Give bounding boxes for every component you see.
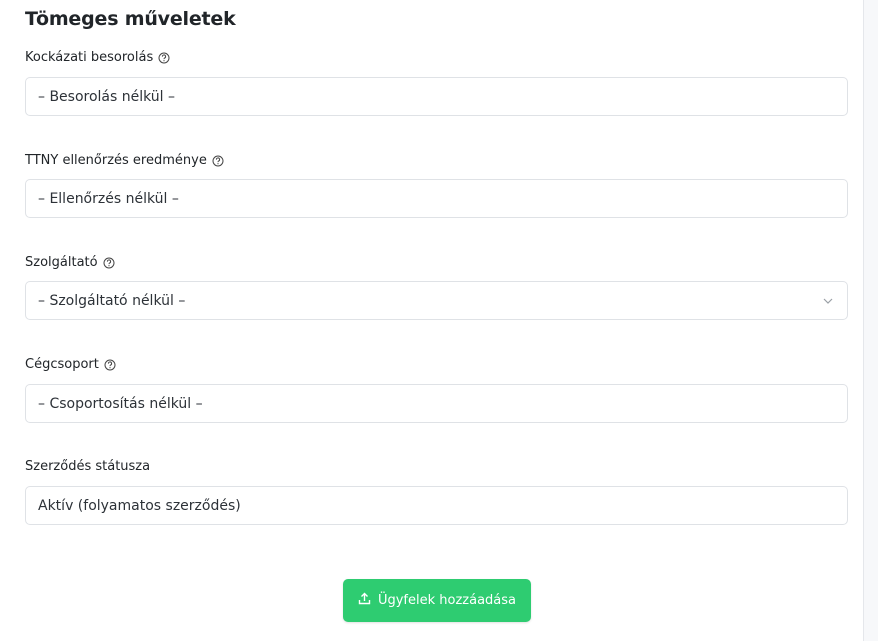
add-clients-button[interactable]: Ügyfelek hozzáadása bbox=[343, 579, 531, 622]
question-circle-icon[interactable] bbox=[103, 257, 115, 269]
ttny-check-select[interactable]: – Ellenőrzés nélkül – bbox=[25, 179, 848, 218]
risk-classification-label: Kockázati besorolás bbox=[25, 50, 170, 65]
company-group-label-text: Cégcsoport bbox=[25, 357, 99, 372]
risk-classification-select[interactable]: – Besorolás nélkül – bbox=[25, 77, 848, 116]
bulk-actions-panel: Tömeges műveletek Kockázati besorolás – … bbox=[0, 0, 864, 641]
chevron-down-icon[interactable] bbox=[817, 298, 839, 304]
provider-label: Szolgáltató bbox=[25, 255, 115, 270]
risk-classification-value: – Besorolás nélkül – bbox=[38, 88, 176, 105]
provider-select[interactable]: – Szolgáltató nélkül – bbox=[25, 281, 848, 320]
page-gutter bbox=[864, 0, 878, 641]
company-group-label: Cégcsoport bbox=[25, 357, 116, 372]
provider-value: – Szolgáltató nélkül – bbox=[38, 292, 186, 309]
contract-status-label: Szerződés státusza bbox=[25, 459, 150, 474]
question-circle-icon[interactable] bbox=[212, 155, 224, 167]
panel-title: Tömeges műveletek bbox=[25, 8, 236, 30]
question-circle-icon[interactable] bbox=[104, 359, 116, 371]
ttny-check-value: – Ellenőrzés nélkül – bbox=[38, 190, 179, 207]
add-clients-label: Ügyfelek hozzáadása bbox=[377, 593, 517, 608]
contract-status-value: Aktív (folyamatos szerződés) bbox=[38, 497, 241, 514]
provider-label-text: Szolgáltató bbox=[25, 255, 98, 270]
company-group-select[interactable]: – Csoportosítás nélkül – bbox=[25, 384, 848, 423]
risk-classification-label-text: Kockázati besorolás bbox=[25, 50, 154, 65]
upload-icon bbox=[358, 592, 371, 609]
contract-status-select[interactable]: Aktív (folyamatos szerződés) bbox=[25, 486, 848, 525]
question-circle-icon[interactable] bbox=[158, 52, 170, 64]
contract-status-label-text: Szerződés státusza bbox=[25, 459, 151, 474]
ttny-check-label-text: TTNY ellenőrzés eredménye bbox=[25, 153, 207, 168]
company-group-value: – Csoportosítás nélkül – bbox=[38, 395, 203, 412]
ttny-check-label: TTNY ellenőrzés eredménye bbox=[25, 153, 224, 168]
